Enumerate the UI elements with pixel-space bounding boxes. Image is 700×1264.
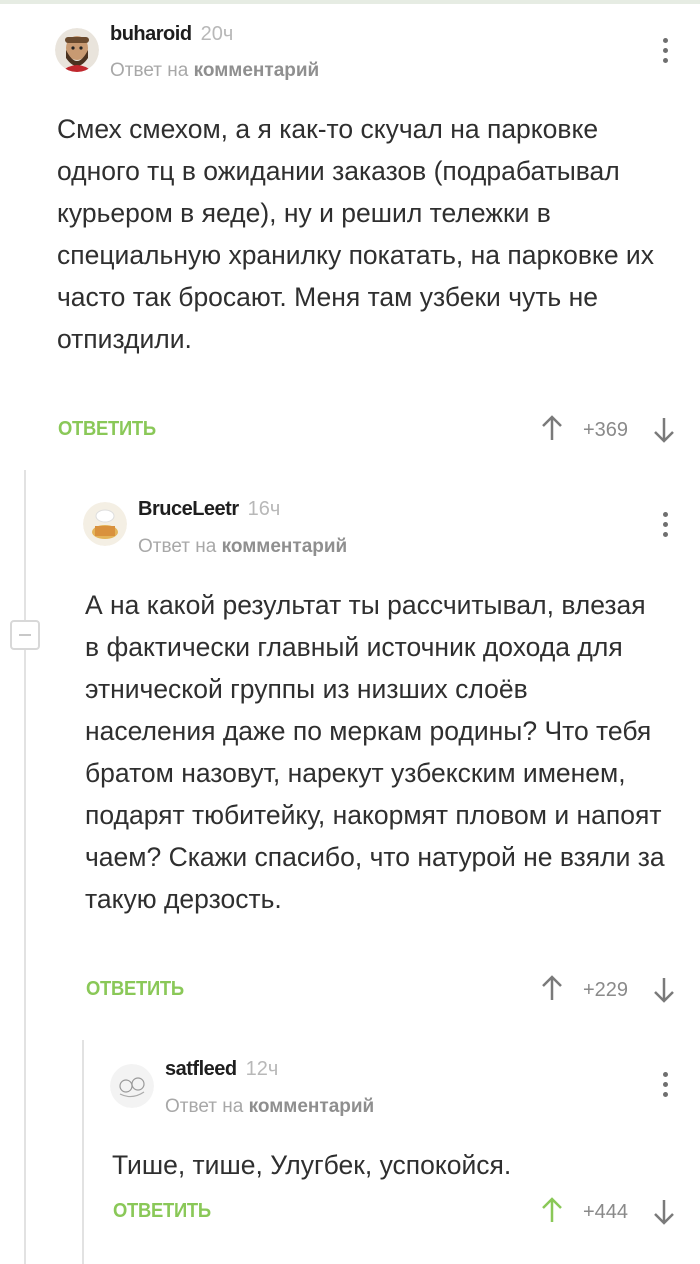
- username-text[interactable]: satfleed: [165, 1058, 237, 1080]
- comment-text: Тише, тише, Улугбек, успокойся.: [112, 1150, 512, 1180]
- arrow-down-icon[interactable]: [652, 1198, 676, 1226]
- rating-value: +369: [583, 419, 629, 441]
- top-divider: [0, 0, 700, 4]
- arrow-down-icon[interactable]: [652, 416, 676, 444]
- avatar[interactable]: [83, 502, 127, 546]
- reply-to-line: Ответ на комментарий: [138, 536, 347, 558]
- reply-button[interactable]: ОТВЕТИТЬ: [58, 418, 156, 441]
- arrow-down-icon[interactable]: [652, 976, 676, 1004]
- avatar[interactable]: [110, 1064, 154, 1108]
- comment-satfleed: satfleed 12ч Ответ на комментарий Тише, …: [55, 1040, 700, 1264]
- reply-target-link[interactable]: комментарий: [249, 1096, 375, 1117]
- rating-value: +229: [583, 979, 629, 1001]
- thread-line-level-1: [24, 470, 26, 1264]
- comment-buharoid: buharoid 20ч Ответ на комментарий Смех с…: [0, 18, 700, 468]
- arrow-up-icon[interactable]: [540, 414, 564, 442]
- reply-button[interactable]: ОТВЕТИТЬ: [113, 1200, 211, 1223]
- comment-time: 12ч: [245, 1058, 279, 1080]
- comment-time: 20ч: [200, 23, 234, 45]
- reply-target-link[interactable]: комментарий: [194, 60, 320, 81]
- avatar-image: [55, 28, 99, 72]
- avatar-image: [110, 1064, 154, 1108]
- reply-button[interactable]: ОТВЕТИТЬ: [86, 978, 184, 1001]
- more-vertical-icon[interactable]: [655, 1072, 675, 1102]
- reply-prefix: Ответ на: [165, 1096, 244, 1117]
- username[interactable]: satfleed 12ч: [165, 1058, 278, 1081]
- username[interactable]: BruceLeetr 16ч: [138, 498, 280, 521]
- arrow-up-icon[interactable]: [540, 1196, 564, 1224]
- more-vertical-icon[interactable]: [655, 38, 675, 68]
- reply-target-link[interactable]: комментарий: [222, 536, 348, 557]
- comment-time: 16ч: [247, 498, 281, 520]
- reply-prefix: Ответ на: [138, 536, 217, 557]
- avatar-image: [83, 502, 127, 546]
- reply-to-line: Ответ на комментарий: [110, 60, 319, 82]
- username-text[interactable]: buharoid: [110, 23, 192, 45]
- comment-text: Смех смехом, а я как-то скучал на парков…: [57, 114, 654, 354]
- comment-bruceleetr: BruceLeetr 16ч Ответ на комментарий А на…: [28, 470, 700, 1030]
- reply-to-line: Ответ на комментарий: [165, 1096, 374, 1118]
- reply-prefix: Ответ на: [110, 60, 189, 81]
- username-text[interactable]: BruceLeetr: [138, 498, 239, 520]
- arrow-up-icon[interactable]: [540, 974, 564, 1002]
- username[interactable]: buharoid 20ч: [110, 23, 233, 46]
- avatar[interactable]: [55, 28, 99, 72]
- rating-value: +444: [583, 1201, 629, 1223]
- comment-text: А на какой результат ты рассчитывал, вле…: [85, 590, 665, 914]
- more-vertical-icon[interactable]: [655, 512, 675, 542]
